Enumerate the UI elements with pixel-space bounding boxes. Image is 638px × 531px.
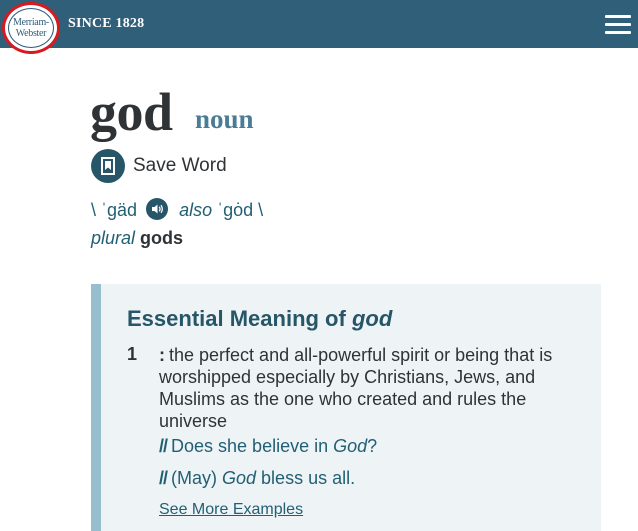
- headword: god: [90, 82, 173, 142]
- sense-number: 1: [127, 344, 138, 364]
- bookmark-icon[interactable]: [91, 149, 125, 183]
- essential-title-word: god: [351, 306, 393, 331]
- example-text-before: (May): [171, 468, 223, 488]
- pronunciation: \ ˈgäd also ˈgȯd \: [91, 198, 263, 221]
- save-word-button[interactable]: Save Word: [133, 155, 227, 177]
- example-keyword: God: [222, 468, 257, 488]
- pronunciation-also: also: [179, 200, 213, 220]
- site-header: Merriam- Webster SINCE 1828: [0, 0, 638, 54]
- essential-title-prefix: Essential Meaning of: [127, 306, 346, 331]
- see-more-examples-link[interactable]: See More Examples: [159, 501, 303, 519]
- merriam-webster-logo[interactable]: Merriam- Webster: [2, 2, 60, 54]
- example-text-after: bless us all.: [256, 468, 356, 488]
- pronunciation-primary: \ ˈgäd: [91, 200, 138, 220]
- essential-meaning-box: Essential Meaning of god 1 : the perfect …: [91, 284, 601, 531]
- example-sentence: //Does she believe in God?: [159, 436, 377, 457]
- example-marker: //: [159, 468, 168, 488]
- part-of-speech: noun: [195, 104, 254, 134]
- sense-definition: : the perfect and all-powerful spirit or …: [159, 344, 599, 432]
- pronunciation-alternate: ˈgȯd \: [217, 200, 264, 220]
- logo-inner: Merriam- Webster: [8, 8, 54, 48]
- logo-text-line2: Webster: [15, 28, 47, 39]
- essential-meaning-title: Essential Meaning of god: [127, 306, 392, 332]
- example-sentence: //(May) God bless us all.: [159, 468, 355, 489]
- logo-text-line1: Merriam-: [13, 17, 49, 28]
- plural-form: plural gods: [91, 228, 183, 249]
- example-marker: //: [159, 436, 168, 456]
- definition-colon: :: [159, 345, 165, 365]
- speaker-icon[interactable]: [146, 198, 169, 220]
- plural-label: plural: [91, 228, 136, 248]
- example-text-after: ?: [367, 436, 378, 456]
- example-keyword: God: [333, 436, 368, 456]
- plural-word: gods: [140, 228, 184, 248]
- hamburger-icon[interactable]: [605, 13, 631, 35]
- definition-text: the perfect and all-powerful spirit or b…: [159, 345, 553, 431]
- since-tagline: SINCE 1828: [68, 16, 145, 31]
- example-text-before: Does she believe in: [171, 436, 334, 456]
